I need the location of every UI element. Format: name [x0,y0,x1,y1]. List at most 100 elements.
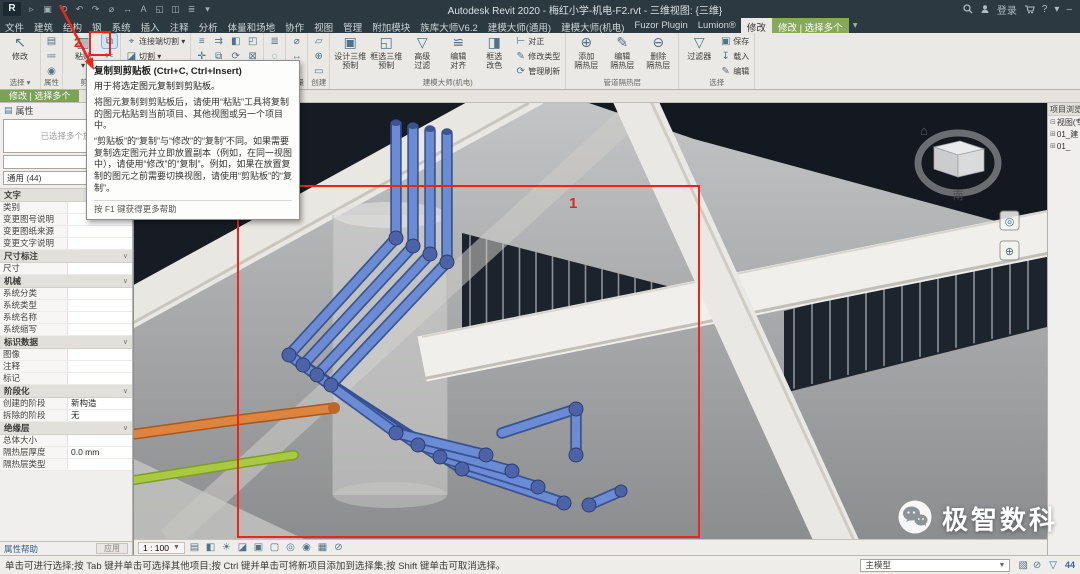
default-3d-view-icon[interactable]: ◱ [152,4,167,15]
thin-lines-icon[interactable]: ≣ [184,4,199,15]
tab-插入[interactable]: 插入 [136,18,165,33]
properties-help-link[interactable]: 属性帮助 [4,543,38,555]
crop-view-icon[interactable]: ▣ [252,542,265,553]
minimize-icon[interactable]: – [1066,4,1072,15]
detail-level-icon[interactable]: ▤ [188,542,201,553]
edit-selection-button[interactable]: ✎编辑 [718,64,751,78]
tab-modify-context[interactable]: 修改 | 选择多个 [772,18,849,33]
sync-icon[interactable]: ⟲ [56,4,71,15]
save-selection-button[interactable]: ▣保存 [718,34,751,48]
property-group-header[interactable]: 标识数据∨ [0,336,132,349]
load-selection-button[interactable]: ↧载入 [718,49,751,63]
modify-button[interactable]: ↖修改 [3,34,37,61]
save-icon[interactable]: ▣ [40,4,55,15]
revit-logo-icon[interactable]: R [3,2,21,16]
tab-Lumion®[interactable]: Lumion® [693,18,741,33]
reveal-hidden-icon[interactable]: ◉ [300,542,313,553]
constraints-icon[interactable]: ⊘ [332,542,345,553]
browser-item[interactable]: ⊞01_ [1048,140,1080,152]
shadows-icon[interactable]: ◪ [236,542,249,553]
cope-button[interactable]: ⌖连接端切割 ▾ [124,34,187,48]
tab-协作[interactable]: 协作 [280,18,309,33]
thin-lines-button[interactable]: ≣ [267,34,282,48]
offset-button[interactable]: ⇉ [211,34,226,48]
family-types-button[interactable]: ≔ [44,49,59,63]
pin-button[interactable]: ◉ [44,64,59,78]
modify-type-button[interactable]: ✎修改类型 [513,49,562,63]
apply-button[interactable]: 应用 [96,543,128,554]
undo-icon[interactable]: ↶ [72,4,87,15]
tab-建模大师(机电)[interactable]: 建模大师(机电) [556,18,629,33]
edit-insulation-button[interactable]: ✎编辑隔热层 [605,34,639,70]
crop-region-icon[interactable]: ▢ [268,542,281,553]
design-3d-prefab-button[interactable]: ▣设计三维预制 [333,34,367,70]
justify-button[interactable]: ⊢对正 [513,34,562,48]
measure-button[interactable]: ⌀ [289,34,304,48]
text-note-icon[interactable]: A [136,4,151,14]
browser-item[interactable]: ⊟视图(专 [1048,116,1080,128]
scale-selector[interactable]: 1 : 100 ▼ [138,542,185,554]
add-insulation-button[interactable]: ⊕添加隔热层 [569,34,603,70]
sun-path-icon[interactable]: ☀ [220,542,233,553]
visual-style-icon[interactable]: ◧ [204,542,217,553]
tab-文件[interactable]: 文件 [0,18,29,33]
manage-refresh-button[interactable]: ⟳管理刷新 [513,64,562,78]
exclude-links-icon[interactable]: ⊘ [1033,560,1041,571]
tab-注释[interactable]: 注释 [165,18,194,33]
help-caret-icon[interactable]: ▾ [1054,4,1059,15]
browser-item[interactable]: ⊞01_建 [1048,128,1080,140]
tree-expand-icon[interactable]: ⊟ [1050,118,1056,126]
property-group-header[interactable]: 尺寸标注∨ [0,250,132,263]
filter-icon[interactable]: ▽ [1049,560,1057,571]
box-3d-prefab-button[interactable]: ◱框选三维预制 [369,34,403,70]
remove-insulation-button[interactable]: ⊖删除隔热层 [641,34,675,70]
customize-qat-icon[interactable]: ▾ [200,4,215,15]
worksets-icon[interactable]: ▧ [1018,560,1027,571]
app-store-icon[interactable] [1024,4,1035,14]
home-icon[interactable]: ⌂ [920,123,928,138]
tree-expand-icon[interactable]: ⊞ [1050,130,1056,138]
edit-align-button[interactable]: ≌编辑对齐 [441,34,475,70]
tab-附加模块[interactable]: 附加模块 [367,18,415,33]
temporary-hide-icon[interactable]: ◎ [284,542,297,553]
ribbon-collapse-icon[interactable]: ▾ [849,18,862,33]
filter-button[interactable]: ▽过滤器 [682,34,716,61]
tab-建筑[interactable]: 建筑 [29,18,58,33]
create-group-button[interactable]: ▱ [311,34,326,48]
property-group-header[interactable]: 阶段化∨ [0,385,132,398]
search-icon[interactable] [963,4,973,14]
tab-族库大师V6.2[interactable]: 族库大师V6.2 [415,18,483,33]
open-icon[interactable]: ▹ [24,4,39,15]
scale-button[interactable]: ◰ [245,34,260,48]
tab-分析[interactable]: 分析 [194,18,223,33]
aligned-dimension-icon[interactable]: ↔ [120,4,135,14]
property-group-header[interactable]: 绝缘层∨ [0,422,132,435]
tab-管理[interactable]: 管理 [338,18,367,33]
tab-modify[interactable]: 修改 [741,18,772,33]
login-label[interactable]: 登录 [997,2,1017,17]
box-recolor-button[interactable]: ◨框选改色 [477,34,511,70]
mirror-button[interactable]: ◧ [228,34,243,48]
navigation-wheel-button[interactable]: ◎ [1005,216,1015,228]
tab-Fuzor Plugin[interactable]: Fuzor Plugin [629,18,692,33]
design-option-select[interactable]: 主模型 ▼ [860,559,1010,572]
tab-体量和场地[interactable]: 体量和场地 [223,18,281,33]
create-similar-button[interactable]: ⊕ [311,49,326,63]
properties-button[interactable]: ▤ [44,34,59,48]
align-button[interactable]: ≡ [194,34,209,48]
advanced-filter-button[interactable]: ▽高级过滤 [405,34,439,70]
tab-结构[interactable]: 结构 [58,18,87,33]
tab-视图[interactable]: 视图 [309,18,338,33]
create-assembly-button[interactable]: ▭ [311,64,326,78]
zoom-button[interactable]: ⊕ [1005,246,1014,258]
redo-icon[interactable]: ↷ [88,4,103,15]
selection-count[interactable]: 44 [1065,560,1075,570]
user-icon[interactable] [980,4,990,14]
section-icon[interactable]: ◫ [168,4,183,15]
tab-建模大师(通用)[interactable]: 建模大师(通用) [483,18,556,33]
measure-icon[interactable]: ⌀ [104,4,119,15]
temporary-view-properties-icon[interactable]: ▦ [316,542,329,553]
help-icon[interactable]: ? [1042,4,1048,15]
tree-expand-icon[interactable]: ⊞ [1050,142,1056,150]
property-group-header[interactable]: 机械∨ [0,275,132,288]
